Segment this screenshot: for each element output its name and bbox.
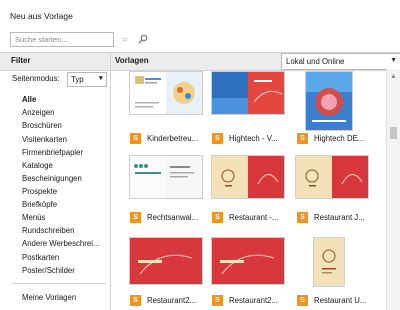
publisher-icon: S (212, 212, 223, 223)
title-bar: Neu aus Vorlage (0, 0, 400, 28)
category-item[interactable]: Kataloge (22, 161, 53, 170)
template-thumbnail[interactable] (306, 72, 352, 130)
template-label[interactable]: S Rechtsanwal... (130, 212, 206, 224)
publisher-icon: S (130, 212, 141, 223)
template-label[interactable]: S Restaurant -... (212, 212, 288, 224)
category-item[interactable]: Visitenkarten (22, 135, 67, 144)
search-icon[interactable]: ⌕ (119, 33, 131, 45)
template-thumbnail[interactable] (130, 238, 202, 284)
template-thumbnail[interactable] (212, 72, 284, 114)
template-label[interactable]: S Hightech - V... (212, 133, 288, 145)
template-thumbnail[interactable] (212, 156, 284, 198)
template-label[interactable]: S Hightech DE... (297, 133, 377, 145)
chevron-down-icon: ▼ (97, 75, 104, 82)
publisher-icon: S (212, 133, 223, 144)
publisher-icon: S (297, 295, 308, 306)
publisher-icon: S (297, 212, 308, 223)
template-thumbnail[interactable] (130, 72, 202, 114)
category-item[interactable]: Postkarten (22, 253, 59, 262)
template-label[interactable]: S Restaurant J... (297, 212, 377, 224)
template-thumbnail[interactable] (212, 238, 284, 284)
category-item[interactable]: Bescheinigungen (22, 174, 82, 183)
template-thumbnail[interactable] (314, 238, 344, 286)
publisher-icon: S (130, 295, 141, 306)
template-label[interactable]: S Kinderbetreu... (130, 133, 206, 145)
vertical-scrollbar[interactable]: ▲ (386, 69, 400, 310)
category-item[interactable]: Broschüren (22, 121, 62, 130)
template-thumbnail[interactable] (296, 156, 368, 198)
category-item[interactable]: Prospekte (22, 187, 57, 196)
publisher-icon: S (212, 295, 223, 306)
category-item[interactable]: Firmenbriefpapier (22, 148, 83, 157)
window-title: Neu aus Vorlage (10, 11, 73, 21)
category-item[interactable]: Andere Werbeschrei... (22, 239, 99, 248)
scroll-up-icon[interactable]: ▲ (390, 73, 397, 80)
category-item[interactable]: Alle (22, 95, 36, 104)
scrollbar-thumb[interactable] (390, 127, 397, 139)
template-label[interactable]: S Restaurant U... (297, 295, 377, 307)
location-value: Lokal und Online (286, 57, 345, 66)
chevron-down-icon: ▼ (390, 57, 397, 64)
page-mode-label: Seitenmodus: (12, 74, 60, 83)
category-divider (12, 283, 106, 284)
template-label[interactable]: S Restaurant2... (130, 295, 206, 307)
template-thumbnail[interactable] (130, 156, 202, 198)
search-placeholder: Suche starten... (15, 35, 68, 44)
page-mode-select[interactable]: Typ ▼ (67, 72, 107, 87)
search-input[interactable]: Suche starten... (10, 32, 114, 47)
filter-header: Filter (11, 56, 31, 65)
publisher-icon: S (130, 133, 141, 144)
location-dropdown[interactable]: Lokal und Online ▼ (281, 53, 400, 70)
category-item[interactable]: Anzeigen (22, 108, 55, 117)
advanced-search-icon[interactable] (137, 33, 149, 45)
category-item[interactable]: Poster/Schilder (22, 266, 75, 275)
my-templates-item[interactable]: Meine Vorlagen (22, 293, 76, 302)
panel-divider (110, 52, 111, 310)
category-item[interactable]: Briefköpfe (22, 200, 57, 209)
templates-header: Vorlagen (115, 56, 149, 65)
page-mode-value: Typ (71, 75, 84, 84)
category-item[interactable]: Menüs (22, 213, 45, 222)
template-label[interactable]: S Restaurant2... (212, 295, 288, 307)
category-item[interactable]: Rundschreiben (22, 226, 74, 235)
publisher-icon: S (297, 133, 308, 144)
